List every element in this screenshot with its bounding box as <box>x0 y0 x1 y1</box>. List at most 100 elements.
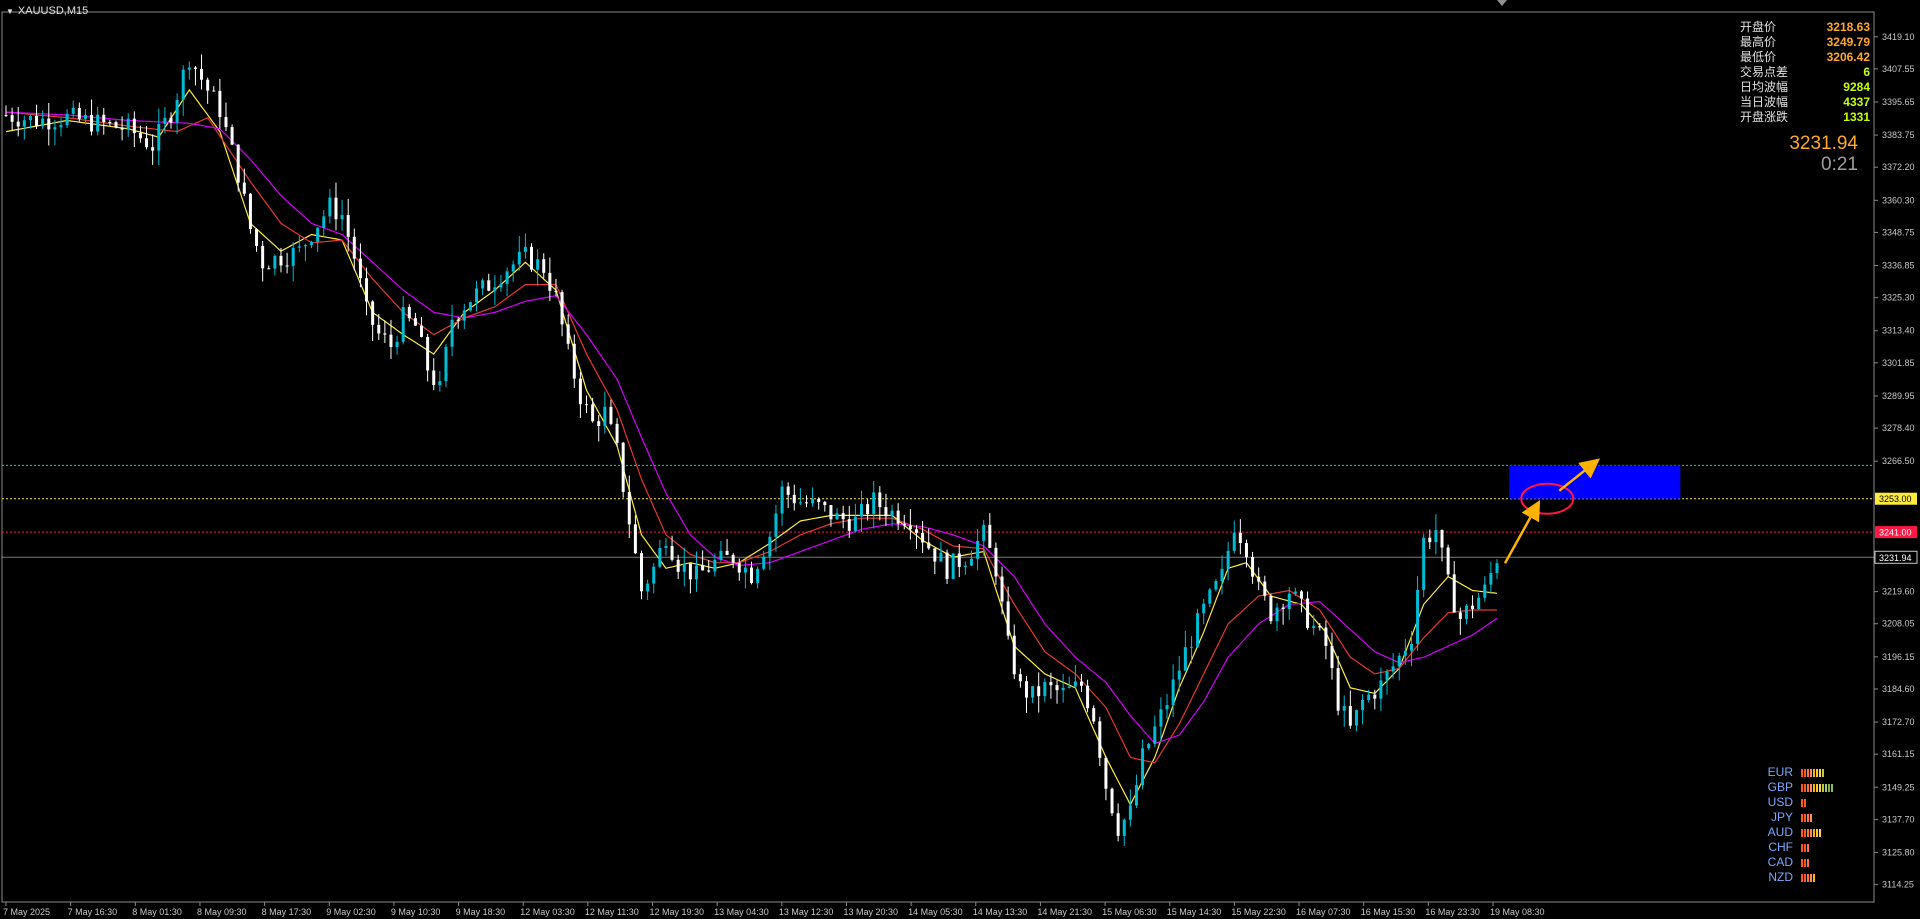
strength-bar <box>1828 783 1830 792</box>
candle-body <box>1177 670 1181 680</box>
candle-body <box>847 519 851 531</box>
candle-body <box>988 524 992 548</box>
candle-body <box>145 138 149 148</box>
candle-body <box>750 567 753 583</box>
candle-body <box>725 550 729 555</box>
x-tick-label: 14 May 05:30 <box>908 907 963 917</box>
candle-body <box>957 553 961 567</box>
y-tick-label: 3149.25 <box>1882 782 1915 792</box>
info-label: 最高价 <box>1740 35 1777 49</box>
bar-countdown: 0:21 <box>1821 154 1858 175</box>
x-tick-label: 8 May 17:30 <box>262 907 312 917</box>
candle-body <box>1409 643 1413 651</box>
strength-bar <box>1813 828 1815 837</box>
strength-bar <box>1804 783 1806 792</box>
strength-row-aud: AUD <box>1760 825 1870 840</box>
strength-bar <box>1801 768 1803 777</box>
candle-body <box>1373 694 1377 699</box>
candle-body <box>475 288 479 303</box>
candle-body <box>1324 627 1328 646</box>
symbol-title[interactable]: ▼ XAUUSD,M15 <box>6 5 88 17</box>
candle-body <box>255 229 259 246</box>
y-tick-label: 3289.95 <box>1882 391 1915 401</box>
candle-body <box>976 540 980 559</box>
candle-body <box>383 333 387 335</box>
candle-body <box>108 122 112 124</box>
candle-body <box>395 341 399 347</box>
y-tick-label: 3137.70 <box>1882 814 1915 824</box>
candle-body <box>1098 721 1102 758</box>
candle-body <box>224 117 228 128</box>
candle-body <box>505 271 509 284</box>
candle-body <box>132 118 136 134</box>
candle-body <box>1061 687 1065 691</box>
candle-body <box>902 523 906 526</box>
info-value: 4337 <box>1843 95 1870 109</box>
y-tick-label: 3278.40 <box>1882 423 1915 433</box>
candle-body <box>279 255 283 266</box>
candle-body <box>1116 813 1120 836</box>
candle-body <box>719 550 723 560</box>
candle-body <box>1012 635 1016 675</box>
candle-body <box>1397 655 1401 667</box>
candle-body <box>841 513 845 520</box>
price-chart[interactable]: 3419.10 3407.55 3395.65 3383.75 3372.20 3360.… <box>0 0 1920 919</box>
candle-body <box>181 69 185 100</box>
candle-body <box>420 325 424 337</box>
candle-body <box>96 114 100 132</box>
currency-label: JPY <box>1770 810 1793 824</box>
ma-line-fast <box>5 88 1498 807</box>
chart-shift-marker-icon[interactable] <box>1497 0 1507 6</box>
candle-body <box>1434 529 1438 543</box>
candle-body <box>933 548 937 562</box>
price-axis[interactable]: 3419.10 3407.55 3395.65 3383.75 3372.20 3360.… <box>1874 32 1918 890</box>
candle-body <box>627 491 631 525</box>
candle-body <box>774 513 778 537</box>
info-panel: 开盘价 3218.63 最高价 3249.79 最低价 3206.42 交易点差 6 日均波幅 9… <box>1740 20 1870 125</box>
info-value: 3206.42 <box>1826 50 1870 64</box>
candle-body <box>1208 589 1212 604</box>
candle-body <box>1073 681 1077 687</box>
ma-line-slow <box>5 111 1498 745</box>
candle-body <box>212 90 216 92</box>
candle-body <box>578 378 582 405</box>
y-tick-label: 3301.85 <box>1882 358 1915 368</box>
candle-body <box>1031 686 1035 698</box>
time-axis[interactable]: 7 May 2025 7 May 16:30 8 May 01:30 8 May 09… <box>3 902 1545 917</box>
candle-body <box>334 197 338 220</box>
candle-body <box>798 502 802 504</box>
chart-window[interactable]: 3419.10 3407.55 3395.65 3383.75 3372.20 3360.… <box>0 0 1920 919</box>
candle-body <box>921 533 925 543</box>
current-price: 3231.94 <box>1789 133 1858 154</box>
price-tag-label: 3231.94 <box>1879 553 1912 563</box>
triangle-down-icon: ▼ <box>6 6 14 16</box>
candle-body <box>688 563 692 580</box>
candle-body <box>1018 674 1022 682</box>
currency-label: AUD <box>1767 825 1793 839</box>
candle-body <box>193 67 197 69</box>
candle-body <box>670 545 674 560</box>
candle-body <box>169 117 173 123</box>
candle-body <box>743 567 747 573</box>
strength-row-jpy: JPY <box>1760 810 1870 825</box>
candle-body <box>1495 563 1499 573</box>
strength-bar <box>1801 828 1803 837</box>
currency-label: CHF <box>1768 840 1793 854</box>
strength-bar <box>1807 843 1809 852</box>
strength-bar <box>1816 768 1818 777</box>
candle-body <box>1403 650 1407 656</box>
price-tag-label: 3241.00 <box>1879 528 1912 538</box>
candle-body <box>53 127 57 130</box>
strength-bar <box>1804 813 1806 822</box>
currency-label: NZD <box>1768 870 1793 884</box>
candle-body <box>859 504 863 517</box>
candle-body <box>206 79 210 91</box>
candle-body <box>71 107 75 114</box>
candle-body <box>1196 613 1200 647</box>
y-tick-label: 3325.30 <box>1882 293 1915 303</box>
strength-bar <box>1810 828 1812 837</box>
y-tick-label: 3372.20 <box>1882 162 1915 172</box>
candle-body <box>242 182 246 194</box>
candle-body <box>1153 726 1157 744</box>
strength-bar <box>1801 813 1803 822</box>
